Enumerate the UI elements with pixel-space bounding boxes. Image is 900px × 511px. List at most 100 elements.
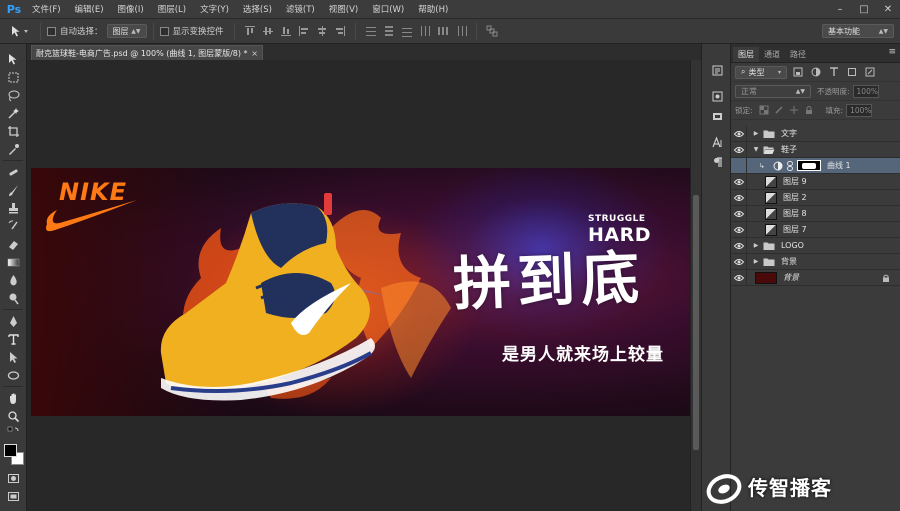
align-hcenter-icon[interactable] [315,24,329,38]
vertical-scrollbar[interactable] [690,60,701,511]
layer-row-layer-7[interactable]: 图层 7 [731,221,900,238]
menu-image[interactable]: 图像(I) [111,3,151,15]
panel-menu-icon[interactable]: ≡ [888,47,896,57]
tab-layers[interactable]: 图层 [733,47,759,62]
blur-tool[interactable] [0,271,27,289]
workspace-dropdown[interactable]: 基本功能 ▲▼ [822,24,894,38]
gradient-tool[interactable] [0,253,27,271]
filter-kind-dropdown[interactable]: ⌕ 类型 ▾ [735,65,787,79]
align-bottom-icon[interactable] [279,24,293,38]
layer-row-shoe-group[interactable]: ▼ 鞋子 [731,141,900,158]
menu-file[interactable]: 文件(F) [25,3,68,15]
link-chain-icon[interactable] [786,160,794,171]
layer-row-background[interactable]: 背景 [731,269,900,286]
zoom-tool[interactable] [0,407,27,425]
layer-row-layer-9[interactable]: 图层 9 [731,173,900,190]
align-top-icon[interactable] [243,24,257,38]
menu-select[interactable]: 选择(S) [236,3,279,15]
align-left-icon[interactable] [297,24,311,38]
maximize-button[interactable]: □ [852,0,876,19]
tab-paths[interactable]: 路径 [785,47,811,62]
layer-mask-thumbnail[interactable] [797,160,821,171]
menu-view[interactable]: 视图(V) [322,3,365,15]
close-tab-icon[interactable]: × [251,49,258,58]
filter-shape-icon[interactable] [845,65,859,79]
menu-type[interactable]: 文字(Y) [193,3,236,15]
lock-all-icon[interactable] [802,103,816,117]
healing-brush-tool[interactable] [0,163,27,181]
lock-position-icon[interactable] [787,103,801,117]
menu-edit[interactable]: 编辑(E) [68,3,111,15]
distribute-bottom-icon[interactable] [400,24,414,38]
crop-tool[interactable] [0,122,27,140]
eraser-tool[interactable] [0,235,27,253]
visibility-eye-icon[interactable] [731,141,747,158]
history-panel-button[interactable] [702,60,732,80]
close-button[interactable]: ✕ [876,0,900,19]
layer-row-logo-group[interactable]: ▶ LOGO [731,237,900,254]
visibility-eye-icon[interactable] [731,253,747,270]
auto-select-dropdown[interactable]: 图层 ▲▼ [106,24,147,38]
minimize-button[interactable]: – [828,0,852,19]
banner-canvas[interactable]: NIKE STRUGGLE HARD 拼到底 是男人就来场上较量 [31,168,690,416]
auto-align-layers-icon[interactable] [485,24,499,38]
collapse-arrow-icon[interactable]: ▼ [751,146,761,153]
lock-pixels-icon[interactable] [772,103,786,117]
distribute-hcenter-icon[interactable] [436,24,450,38]
expand-arrow-icon[interactable]: ▶ [751,258,761,265]
info-panel-button[interactable] [702,106,732,126]
document-tab[interactable]: 耐克篮球鞋-电商广告.psd @ 100% (曲线 1, 图层蒙版/8) * × [31,45,263,60]
menu-help[interactable]: 帮助(H) [411,3,455,15]
visibility-eye-icon[interactable] [731,237,747,254]
filter-pixel-icon[interactable] [791,65,805,79]
distribute-right-icon[interactable] [454,24,468,38]
move-tool[interactable] [0,50,27,68]
quick-mask-button[interactable] [0,469,27,487]
swap-colors-button[interactable] [0,425,27,439]
visibility-eye-icon[interactable] [731,173,747,190]
expand-arrow-icon[interactable]: ▶ [751,130,761,137]
marquee-tool[interactable] [0,68,27,86]
menu-window[interactable]: 窗口(W) [365,3,411,15]
distribute-vcenter-icon[interactable] [382,24,396,38]
distribute-left-icon[interactable] [418,24,432,38]
filter-type-icon[interactable] [827,65,841,79]
layer-row-background-group[interactable]: ▶ 背景 [731,253,900,270]
clone-stamp-tool[interactable] [0,199,27,217]
visibility-eye-icon[interactable] [731,269,747,286]
layer-row-text-group[interactable]: ▶ 文字 [731,125,900,142]
lasso-tool[interactable] [0,86,27,104]
properties-panel-button[interactable] [702,86,732,106]
quick-select-tool[interactable] [0,104,27,122]
brush-tool[interactable] [0,181,27,199]
shape-tool[interactable] [0,366,27,384]
tab-channels[interactable]: 通道 [759,47,785,62]
opacity-field[interactable]: 100% [852,84,879,98]
eyedropper-tool[interactable] [0,140,27,158]
align-right-icon[interactable] [333,24,347,38]
blend-mode-dropdown[interactable]: 正常 ▲▼ [735,84,811,98]
path-selection-tool[interactable] [0,348,27,366]
lock-transparent-icon[interactable] [757,103,771,117]
visibility-toggle-empty[interactable] [731,157,747,174]
filter-adjustment-icon[interactable] [809,65,823,79]
paragraph-panel-button[interactable] [702,152,732,172]
screen-mode-button[interactable] [0,487,27,505]
pen-tool[interactable] [0,312,27,330]
visibility-eye-icon[interactable] [731,189,747,206]
layer-row-curves-adjustment[interactable]: ↳ 曲线 1 [731,157,900,174]
fill-field[interactable]: 100% [846,103,873,117]
visibility-eye-icon[interactable] [731,205,747,222]
layer-row-layer-8[interactable]: 图层 8 [731,205,900,222]
visibility-eye-icon[interactable] [731,221,747,238]
move-tool-preset-picker[interactable] [6,21,34,41]
menu-filter[interactable]: 滤镜(T) [279,3,322,15]
dodge-tool[interactable] [0,289,27,307]
scrollbar-thumb[interactable] [693,195,699,450]
auto-select-checkbox[interactable] [47,26,56,36]
visibility-eye-icon[interactable] [731,125,747,142]
filter-smart-object-icon[interactable] [863,65,877,79]
hand-tool[interactable] [0,389,27,407]
expand-arrow-icon[interactable]: ▶ [751,242,761,249]
character-panel-button[interactable] [702,132,732,152]
